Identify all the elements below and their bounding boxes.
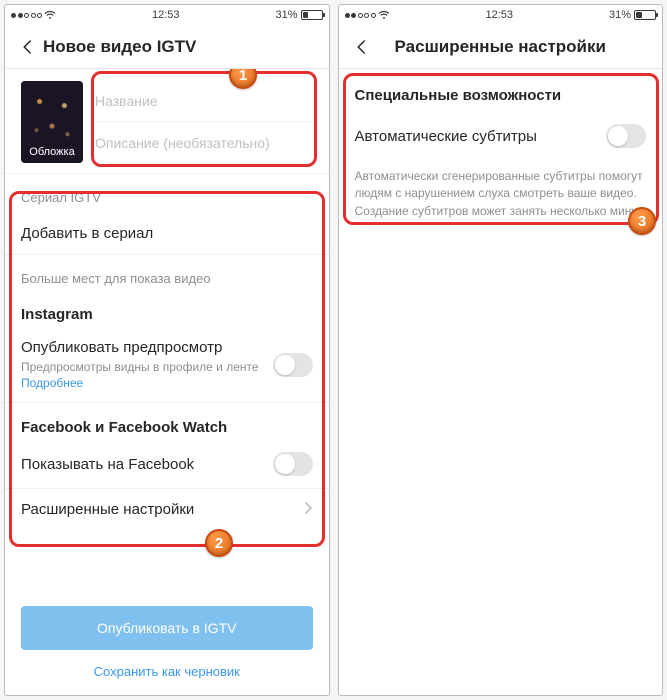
clock: 12:53 [152, 9, 180, 21]
publish-button[interactable]: Опубликовать в IGTV [21, 606, 313, 650]
section-label-serial: Сериал IGTV [5, 174, 329, 213]
content-area: Специальные возможности Автоматические с… [339, 69, 663, 695]
chevron-right-icon [305, 501, 313, 518]
cover-thumbnail[interactable]: Обложка [21, 81, 83, 163]
page-title: Новое видео IGTV [43, 37, 321, 57]
learn-more-link[interactable]: Подробнее [21, 376, 265, 390]
back-button[interactable] [13, 38, 43, 56]
accessibility-heading: Специальные возможности [339, 69, 663, 108]
chevron-left-icon [353, 38, 371, 56]
chevron-left-icon [19, 38, 37, 56]
advanced-settings-row[interactable]: Расширенные настройки [5, 489, 329, 530]
auto-subtitles-toggle[interactable] [606, 124, 646, 148]
wifi-icon [378, 11, 390, 20]
battery-icon [301, 10, 323, 20]
auto-subtitles-row[interactable]: Автоматические субтитры [339, 108, 663, 160]
content-area: Обложка Название Описание (необязательно… [5, 69, 329, 695]
preview-toggle[interactable] [273, 353, 313, 377]
fb-toggle[interactable] [273, 452, 313, 476]
page-title: Расширенные настройки [377, 37, 625, 57]
publish-preview-row[interactable]: Опубликовать предпросмотр Предпросмотры … [5, 327, 329, 403]
save-draft-link[interactable]: Сохранить как черновик [5, 650, 329, 695]
phone-adv-settings: 12:53 31% Расширенные настройки Специаль… [338, 4, 664, 696]
section-label-more-places: Больше мест для показа видео [5, 255, 329, 294]
clock: 12:53 [485, 9, 513, 21]
battery-icon [634, 10, 656, 20]
back-button[interactable] [347, 38, 377, 56]
show-fb-row[interactable]: Показывать на Facebook [5, 440, 329, 489]
badge-3: 3 [628, 207, 656, 235]
instagram-label: Instagram [5, 294, 329, 327]
cover-label: Обложка [29, 146, 74, 158]
status-bar: 12:53 31% [5, 5, 329, 25]
battery-pct: 31% [609, 9, 631, 21]
wifi-icon [44, 11, 56, 20]
description-input[interactable]: Описание (необязательно) [95, 122, 313, 163]
phone-new-igtv: 12:53 31% Новое видео IGTV Обложка Назва… [4, 4, 330, 696]
subtitles-help-text: Автоматически сгенерированные субтитры п… [339, 160, 663, 220]
status-bar: 12:53 31% [339, 5, 663, 25]
preview-subtext: Предпросмотры видны в профиле и ленте [21, 360, 265, 374]
add-serial-row[interactable]: Добавить в сериал [5, 213, 329, 255]
nav-header: Расширенные настройки [339, 25, 663, 69]
nav-header: Новое видео IGTV [5, 25, 329, 69]
title-input[interactable]: Название [95, 81, 313, 122]
badge-2: 2 [205, 529, 233, 557]
battery-pct: 31% [275, 9, 297, 21]
signal-dots-icon [11, 13, 42, 18]
signal-dots-icon [345, 13, 376, 18]
fb-watch-label: Facebook и Facebook Watch [5, 403, 329, 440]
